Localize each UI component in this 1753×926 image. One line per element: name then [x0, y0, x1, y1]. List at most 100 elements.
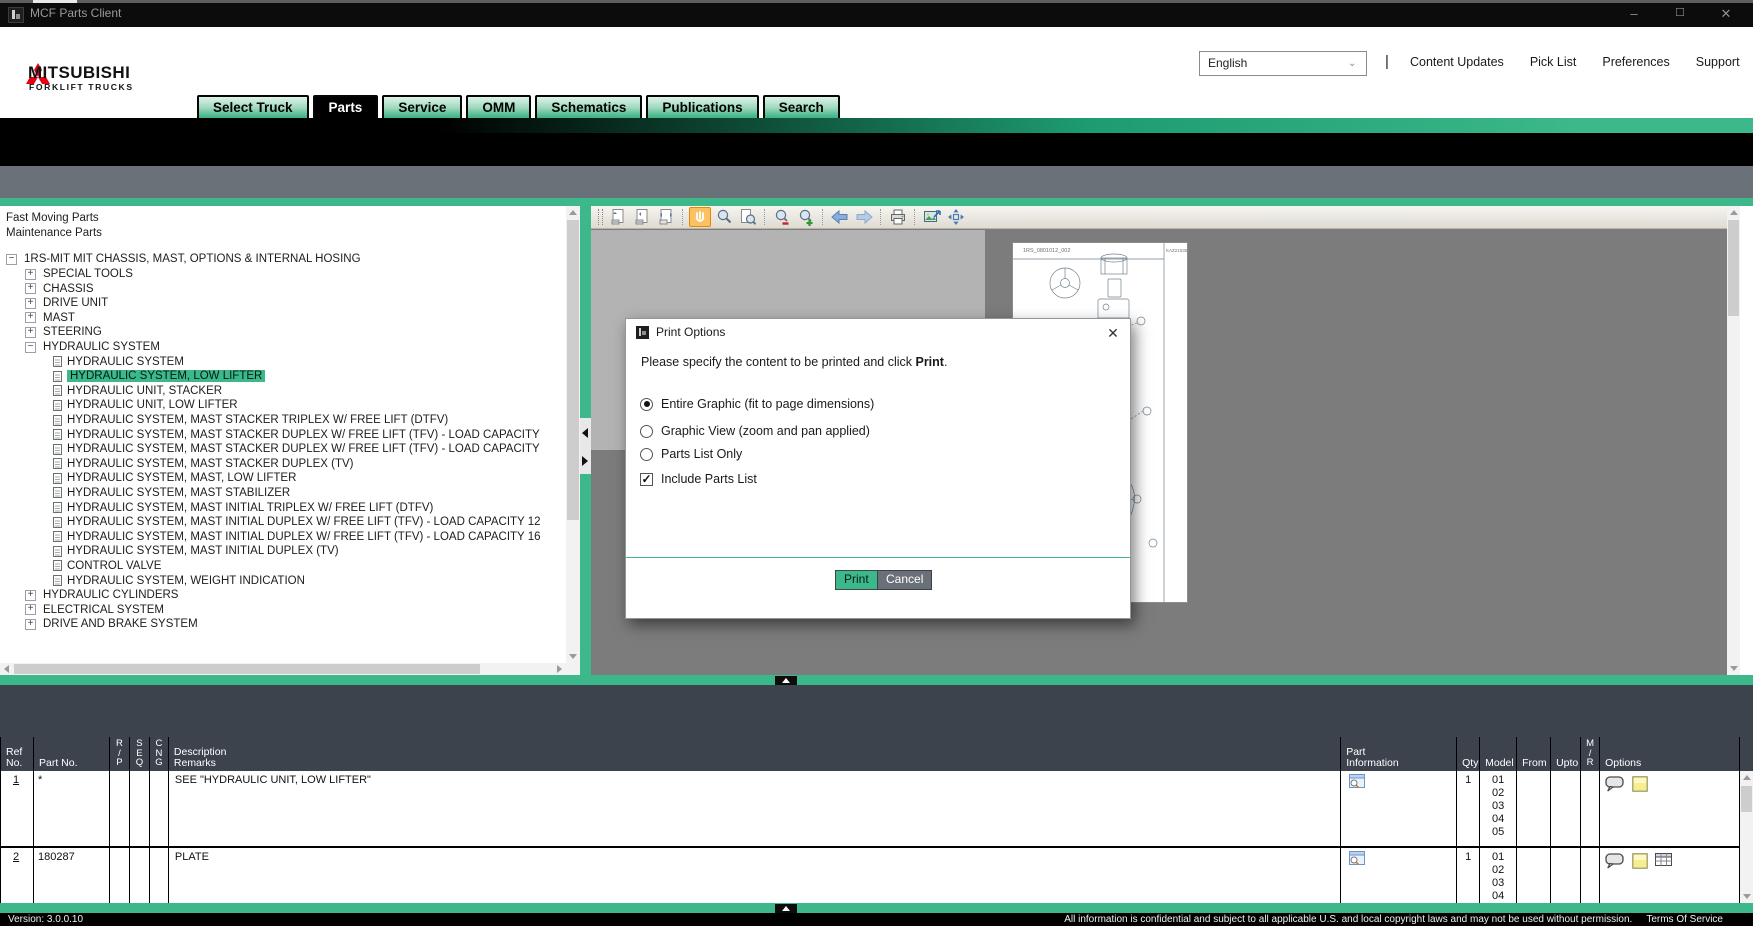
scroll-up-button[interactable]	[1727, 206, 1740, 219]
minimize-button[interactable]: –	[1620, 6, 1648, 22]
scroll-down-button[interactable]	[1740, 890, 1753, 903]
tree-row[interactable]: +DRIVE AND BRAKE SYSTEM	[4, 617, 566, 632]
nav-support[interactable]: Support	[1696, 55, 1740, 75]
plus-icon[interactable]: +	[25, 619, 36, 630]
horizontal-splitter[interactable]	[0, 903, 1753, 913]
language-select[interactable]: English	[1199, 51, 1367, 76]
tree-row[interactable]: +DRIVE UNIT	[4, 296, 566, 311]
print-icon[interactable]	[887, 207, 909, 227]
scrollbar-thumb[interactable]	[1728, 220, 1739, 316]
comment-icon[interactable]	[1605, 853, 1625, 869]
nav-pick-list[interactable]: Pick List	[1530, 55, 1577, 75]
tree-row[interactable]: −HYDRAULIC SYSTEM	[4, 340, 566, 355]
next-view-icon[interactable]	[853, 207, 875, 227]
include-parts-list-checkbox[interactable]: ✓	[640, 473, 653, 486]
radio-parts-list-only[interactable]	[640, 448, 653, 461]
previous-view-icon[interactable]	[829, 207, 851, 227]
pan-hand-icon[interactable]	[689, 207, 711, 227]
horizontal-splitter[interactable]	[0, 675, 1753, 685]
radio-graphic-view-zoom-and-pan-applied[interactable]	[640, 425, 653, 438]
scroll-right-button[interactable]	[553, 663, 566, 675]
plus-icon[interactable]: +	[25, 283, 36, 294]
tree-row[interactable]: +ELECTRICAL SYSTEM	[4, 602, 566, 617]
scroll-up-button[interactable]	[1740, 771, 1753, 784]
zoom-dynamic-icon[interactable]	[713, 207, 735, 227]
tree-row[interactable]: HYDRAULIC SYSTEM, MAST INITIAL DUPLEX W/…	[4, 515, 566, 530]
tree-row[interactable]: HYDRAULIC SYSTEM, MAST INITIAL DUPLEX W/…	[4, 529, 566, 544]
tree-row[interactable]: HYDRAULIC UNIT, STACKER	[4, 384, 566, 399]
scrollbar-thumb[interactable]	[1741, 786, 1752, 812]
zoom-region-icon[interactable]	[737, 207, 759, 227]
nav-preferences[interactable]: Preferences	[1602, 55, 1669, 75]
minus-icon[interactable]: −	[6, 254, 17, 265]
cell-ref: 2	[1, 848, 34, 903]
part-info-icon[interactable]	[1349, 851, 1456, 865]
tree-row[interactable]: +CHASSIS	[4, 281, 566, 296]
close-button[interactable]: ✕	[1712, 6, 1740, 22]
tree-row[interactable]: HYDRAULIC UNIT, LOW LIFTER	[4, 398, 566, 413]
export-image-icon[interactable]	[921, 207, 943, 227]
minus-icon[interactable]: −	[25, 342, 36, 353]
plus-icon[interactable]: +	[25, 312, 36, 323]
nav-content-updates[interactable]: Content Updates	[1410, 55, 1504, 75]
print-button[interactable]: Print	[835, 570, 878, 590]
note-icon[interactable]	[1632, 853, 1648, 869]
graphic-vertical-scrollbar[interactable]	[1727, 206, 1740, 675]
plus-icon[interactable]: +	[25, 590, 36, 601]
tree-row[interactable]: HYDRAULIC SYSTEM, WEIGHT INDICATION	[4, 573, 566, 588]
tree-row[interactable]: HYDRAULIC SYSTEM, MAST INITIAL TRIPLEX W…	[4, 500, 566, 515]
tree-row[interactable]: HYDRAULIC SYSTEM, MAST STACKER DUPLEX W/…	[4, 442, 566, 457]
tree-row[interactable]: +MAST	[4, 311, 566, 326]
plus-icon[interactable]: +	[25, 604, 36, 615]
fit-page-icon[interactable]	[607, 207, 629, 227]
note-icon[interactable]	[1632, 776, 1648, 792]
ref-link[interactable]: 1	[5, 774, 19, 786]
tree-row[interactable]: HYDRAULIC SYSTEM, MAST STABILIZER	[4, 486, 566, 501]
tree-row[interactable]: Maintenance Parts	[4, 226, 566, 241]
plus-icon[interactable]: +	[25, 327, 36, 338]
ref-link[interactable]: 2	[5, 851, 19, 863]
scrollbar-thumb[interactable]	[567, 220, 579, 520]
splitter-handle[interactable]	[775, 904, 797, 913]
tree-row[interactable]: +HYDRAULIC CYLINDERS	[4, 588, 566, 603]
fit-window-icon[interactable]	[655, 207, 677, 227]
tree-row[interactable]: HYDRAULIC SYSTEM, MAST, LOW LIFTER	[4, 471, 566, 486]
collapse-left-icon[interactable]	[582, 428, 588, 438]
radio-entire-graphic-fit-to-page-dimensions[interactable]	[640, 398, 653, 411]
tree-row[interactable]: HYDRAULIC SYSTEM, MAST STACKER TRIPLEX W…	[4, 413, 566, 428]
zoom-out-icon[interactable]	[771, 207, 793, 227]
plus-icon[interactable]: +	[25, 298, 36, 309]
splitter-handle[interactable]	[775, 676, 797, 685]
scrollbar-thumb[interactable]	[14, 664, 480, 674]
part-info-icon[interactable]	[1349, 774, 1456, 788]
table-vertical-scrollbar[interactable]	[1740, 771, 1753, 903]
tree-row[interactable]: HYDRAULIC SYSTEM, MAST STACKER DUPLEX W/…	[4, 427, 566, 442]
fit-width-icon[interactable]	[631, 207, 653, 227]
cancel-button[interactable]: Cancel	[877, 570, 932, 590]
tree-vertical-scrollbar[interactable]	[566, 206, 580, 675]
scroll-down-button[interactable]	[1727, 662, 1740, 675]
zoom-in-icon[interactable]	[795, 207, 817, 227]
terms-of-service-link[interactable]: Terms Of Service	[1646, 914, 1723, 925]
maximize-button[interactable]: ☐	[1666, 6, 1694, 22]
plus-icon[interactable]: +	[25, 269, 36, 280]
tree-row[interactable]: −1RS-MIT MIT CHASSIS, MAST, OPTIONS & IN…	[4, 252, 566, 267]
collapse-right-icon[interactable]	[582, 456, 588, 466]
vertical-splitter[interactable]	[580, 206, 591, 675]
tree-row[interactable]: HYDRAULIC SYSTEM, MAST STACKER DUPLEX (T…	[4, 457, 566, 472]
tree-row[interactable]: +SPECIAL TOOLS	[4, 267, 566, 282]
tree-row[interactable]: Fast Moving Parts	[4, 211, 566, 226]
dialog-close-icon[interactable]: ✕	[1104, 324, 1122, 342]
tree-row[interactable]: HYDRAULIC SYSTEM, LOW LIFTER	[4, 369, 566, 384]
tree-horizontal-scrollbar[interactable]	[0, 663, 566, 675]
tree-row[interactable]: HYDRAULIC SYSTEM	[4, 354, 566, 369]
move-view-icon[interactable]	[945, 207, 967, 227]
scroll-up-button[interactable]	[566, 206, 580, 219]
tree-row[interactable]: HYDRAULIC SYSTEM, MAST INITIAL DUPLEX (T…	[4, 544, 566, 559]
scroll-down-button[interactable]	[566, 650, 580, 663]
grid-icon[interactable]	[1655, 853, 1672, 869]
comment-icon[interactable]	[1605, 776, 1625, 792]
tree-row[interactable]: CONTROL VALVE	[4, 559, 566, 574]
scroll-left-button[interactable]	[0, 663, 13, 675]
tree-row[interactable]: +STEERING	[4, 325, 566, 340]
